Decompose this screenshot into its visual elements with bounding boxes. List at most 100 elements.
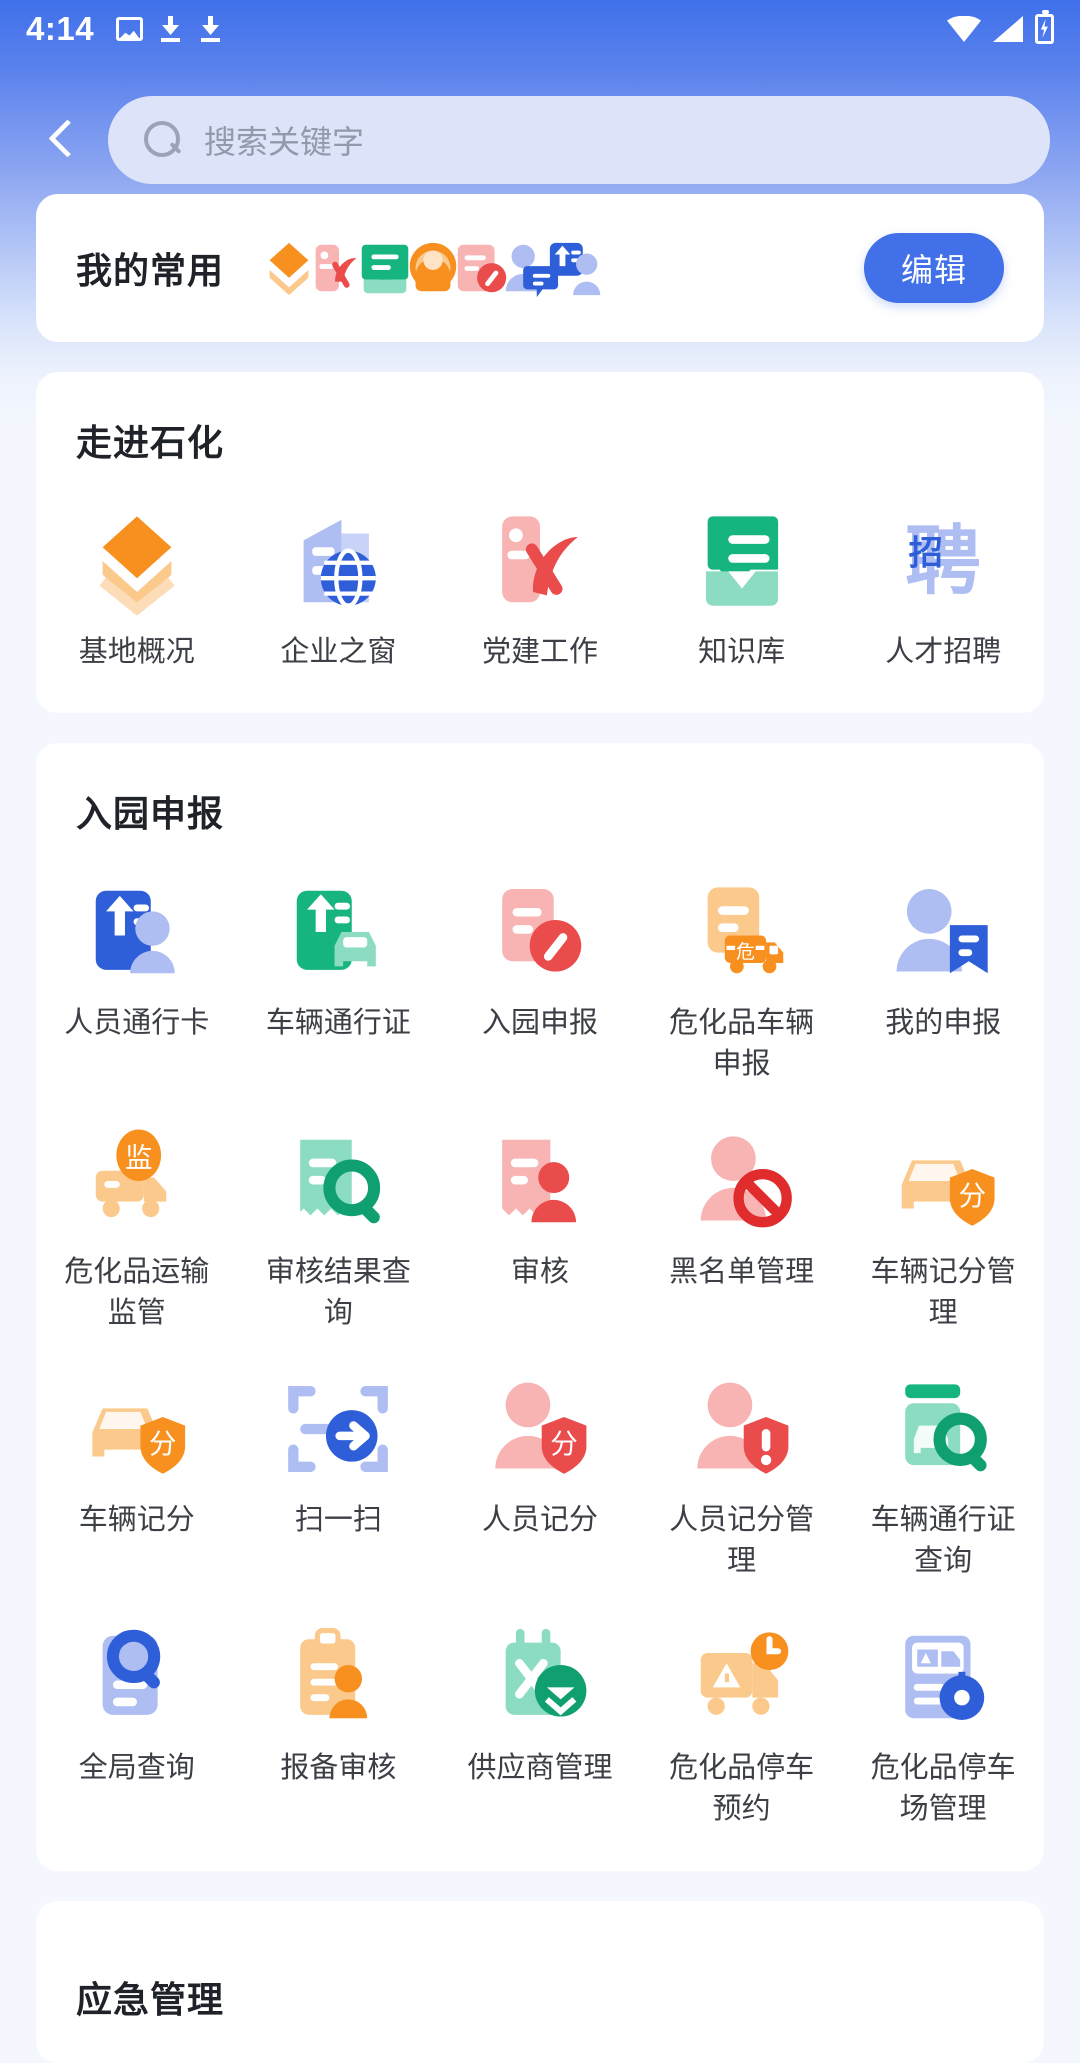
status-bar-notifications <box>116 16 223 42</box>
image-icon <box>116 17 144 41</box>
search-header: 搜索关键字 <box>0 86 1080 194</box>
grid-item-label: 企业之窗 <box>280 636 397 668</box>
person-card-icon <box>546 237 608 299</box>
grid-item-hazmat-transport-supervision[interactable]: 监 危化品运输监管 <box>36 1100 238 1348</box>
download-icon <box>159 16 183 42</box>
grid-item-hazmat-parking-booking[interactable]: 危化品停车预约 <box>641 1596 843 1844</box>
grid-item-knowledge-base[interactable]: 知识库 <box>641 480 843 687</box>
grid-item-label: 车辆记分管理 <box>870 1255 1016 1329</box>
grid-item-label: 我的申报 <box>885 1007 1002 1040</box>
vehicle-pass-search-icon <box>888 1374 998 1484</box>
favorites-icon-strip[interactable] <box>258 237 601 299</box>
grid-item-enterprise-window[interactable]: 企业之窗 <box>238 480 440 687</box>
hazmat-parking-manage-icon <box>888 1622 998 1732</box>
download-icon <box>199 16 223 42</box>
grid-item-label: 车辆记分 <box>78 1503 195 1536</box>
vehicle-score-icon: 分 <box>82 1374 192 1484</box>
grid-item-label: 危化品停车预约 <box>669 1752 815 1826</box>
grid-item-audit-result-query[interactable]: 审核结果查询 <box>238 1100 440 1348</box>
app-screen: 4:14 搜索关键字 我的常用 编辑 走进石化 基地概况 企业之窗 党建工作 知… <box>0 0 1080 2063</box>
grid-item-label: 人员记分管理 <box>669 1503 815 1578</box>
grid-item-label: 党建工作 <box>481 636 598 668</box>
grid-item-blacklist-management[interactable]: 黑名单管理 <box>641 1100 843 1348</box>
global-search-icon <box>82 1622 192 1732</box>
grid-item-label: 扫一扫 <box>294 1503 382 1536</box>
grid-item-label: 报备审核 <box>280 1752 397 1785</box>
grid-item-label: 危化品停车场管理 <box>870 1752 1016 1826</box>
grid-item-label: 知识库 <box>698 636 786 668</box>
svg-text:分: 分 <box>149 1428 177 1459</box>
grid-item-park-declaration[interactable]: 入园申报 <box>439 851 641 1099</box>
grid-item-party-work[interactable]: 党建工作 <box>439 480 641 687</box>
grid-item-recruitment[interactable]: 聘 招 人才招聘 <box>842 480 1044 687</box>
search-input[interactable]: 搜索关键字 <box>108 96 1050 184</box>
svg-text:分: 分 <box>550 1428 578 1459</box>
grid-item-vehicle-pass[interactable]: 车辆通行证 <box>238 851 440 1099</box>
grid-item-hazmat-parking-management[interactable]: 危化品停车场管理 <box>842 1596 1044 1844</box>
status-bar-system-icons <box>947 10 1054 44</box>
svg-text:危: 危 <box>736 941 755 963</box>
grid-item-label: 危化品运输监管 <box>64 1255 210 1329</box>
grid-item-label: 车辆通行证 <box>265 1007 411 1040</box>
grid-item-label: 审核结果查询 <box>265 1255 411 1329</box>
status-bar: 4:14 <box>0 0 1080 58</box>
person-score-icon: 分 <box>485 1374 595 1484</box>
grid-item-label: 基地概况 <box>78 636 195 668</box>
hazmat-truck-declare-icon: 危 <box>687 877 797 987</box>
grid-item-label: 供应商管理 <box>467 1752 613 1785</box>
grid-item-vehicle-pass-query[interactable]: 车辆通行证查询 <box>842 1348 1044 1596</box>
grid-item-my-declaration[interactable]: 我的申报 <box>842 851 1044 1099</box>
grid-item-report-audit[interactable]: 报备审核 <box>238 1596 440 1844</box>
chevron-left-icon[interactable] <box>34 112 90 168</box>
grid-item-vehicle-score-management[interactable]: 分 车辆记分管理 <box>842 1100 1044 1348</box>
grid-item-person-score[interactable]: 分 人员记分 <box>439 1348 641 1596</box>
declare-edit-icon <box>485 877 595 987</box>
vehicle-score-manage-icon: 分 <box>888 1126 998 1236</box>
grid-item-label: 人员通行卡 <box>64 1007 210 1040</box>
grid-item-base-overview[interactable]: 基地概况 <box>36 480 238 687</box>
section-card-into-petrochemical: 走进石化 基地概况 企业之窗 党建工作 知识库 聘 招 人才招聘 <box>36 372 1044 714</box>
report-audit-icon <box>283 1622 393 1732</box>
grid-item-vehicle-score[interactable]: 分 车辆记分 <box>36 1348 238 1596</box>
grid-item-hazmat-vehicle-declaration[interactable]: 危 危化品车辆申报 <box>641 851 843 1099</box>
grid-item-person-pass-card[interactable]: 人员通行卡 <box>36 851 238 1099</box>
grid-item-audit[interactable]: 审核 <box>439 1100 641 1348</box>
grid-item-label: 入园申报 <box>481 1007 598 1040</box>
building-globe-icon <box>283 506 393 616</box>
grid-item-label: 人员记分 <box>481 1503 598 1536</box>
section-card-emergency-management: 应急管理 <box>36 1900 1044 2063</box>
battery-charging-icon <box>1035 10 1054 44</box>
person-pass-card-icon <box>82 877 192 987</box>
grid-item-person-score-management[interactable]: 人员记分管理 <box>641 1348 843 1596</box>
my-favorites-card: 我的常用 编辑 <box>36 194 1044 342</box>
svg-text:监: 监 <box>125 1142 153 1173</box>
person-score-manage-icon <box>687 1374 797 1484</box>
section-grid: 基地概况 企业之窗 党建工作 知识库 聘 招 人才招聘 <box>36 480 1044 687</box>
grid-item-label: 车辆通行证查询 <box>870 1503 1016 1578</box>
section-title: 入园申报 <box>76 793 225 835</box>
section-card-park-declaration: 入园申报 人员通行卡 车辆通行证 入园申报 危 危化品车辆申报 我的申报 监 危… <box>36 743 1044 1871</box>
audit-icon <box>485 1126 595 1236</box>
my-favorites-title: 我的常用 <box>76 250 225 291</box>
section-grid: 人员通行卡 车辆通行证 入园申报 危 危化品车辆申报 我的申报 监 危化品运输监… <box>36 851 1044 1844</box>
grid-item-global-query[interactable]: 全局查询 <box>36 1596 238 1844</box>
grid-item-supplier-management[interactable]: 供应商管理 <box>439 1596 641 1844</box>
scan-icon <box>283 1374 393 1484</box>
section-title: 走进石化 <box>76 422 225 463</box>
signal-icon <box>993 16 1023 42</box>
status-bar-time: 4:14 <box>26 10 95 47</box>
edit-favorites-button[interactable]: 编辑 <box>864 233 1004 303</box>
svg-text:分: 分 <box>959 1180 987 1211</box>
grid-item-scan[interactable]: 扫一扫 <box>238 1348 440 1596</box>
layers-icon <box>82 506 192 616</box>
blacklist-icon <box>687 1126 797 1236</box>
grid-item-label: 黑名单管理 <box>669 1255 815 1288</box>
hazmat-parking-book-icon <box>687 1622 797 1732</box>
vehicle-pass-icon <box>283 877 393 987</box>
recruit-icon: 聘 招 <box>888 506 998 616</box>
grid-item-label: 人才招聘 <box>885 636 1002 668</box>
svg-text:招: 招 <box>909 534 943 572</box>
audit-result-search-icon <box>283 1126 393 1236</box>
section-title: 应急管理 <box>76 1978 225 2020</box>
grid-item-label: 危化品车辆申报 <box>669 1007 815 1081</box>
